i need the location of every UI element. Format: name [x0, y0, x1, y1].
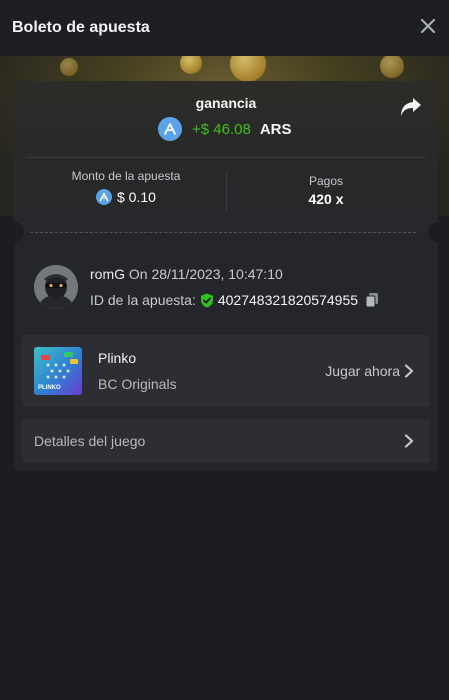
- user-info-line: romG On 28/11/2023, 10:47:10: [90, 266, 283, 282]
- play-now-button[interactable]: Jugar ahora: [325, 363, 400, 379]
- close-icon[interactable]: [419, 17, 437, 35]
- ticket-notch-right: [428, 222, 438, 242]
- verified-shield-icon: [200, 293, 213, 307]
- game-thumbnail: PLINKO: [34, 347, 82, 395]
- profit-label: ganancia: [195, 95, 257, 111]
- bet-id-line: ID de la apuesta: 402748321820574955: [90, 292, 379, 308]
- game-provider: BC Originals: [98, 376, 177, 392]
- chevron-right-icon[interactable]: [404, 434, 414, 448]
- avatar: [34, 265, 78, 309]
- page-title: Boleto de apuesta: [12, 19, 150, 36]
- bet-slip-header: Boleto de apuesta: [0, 0, 449, 56]
- bet-card: ganancia +$ 46.08 ARS Monto de la apuest…: [14, 81, 438, 471]
- gold-coin-decoration: [60, 58, 78, 76]
- bet-amount-row: $ 0.10: [96, 189, 156, 205]
- bet-id-value: 402748321820574955: [217, 292, 359, 308]
- share-icon[interactable]: [400, 97, 422, 117]
- profit-row: +$ 46.08 ARS: [158, 117, 291, 141]
- payout-value: 420 x: [308, 191, 344, 207]
- chevron-right-icon[interactable]: [404, 364, 414, 378]
- bet-id-label: ID de la apuesta:: [90, 292, 196, 308]
- profit-currency: ARS: [259, 120, 292, 138]
- game-details-row[interactable]: Detalles del juego: [22, 419, 430, 463]
- currency-coin-icon: [96, 189, 112, 205]
- game-name: Plinko: [98, 350, 137, 366]
- gold-coin-decoration: [180, 56, 202, 74]
- bet-amount-label: Monto de la apuesta: [71, 169, 181, 183]
- bet-amount-value: $ 0.10: [117, 189, 156, 205]
- bet-date: On 28/11/2023, 10:47:10: [128, 266, 283, 282]
- gold-coin-decoration: [230, 56, 266, 82]
- divider: [26, 157, 426, 158]
- game-thumbnail-text: PLINKO: [38, 385, 61, 391]
- game-row[interactable]: PLINKO Plinko BC Originals Jugar ahora: [22, 335, 430, 407]
- gold-coin-decoration: [380, 56, 404, 78]
- username[interactable]: romG: [90, 266, 125, 282]
- game-details-label: Detalles del juego: [34, 433, 146, 449]
- payout-label: Pagos: [308, 174, 344, 188]
- copy-icon[interactable]: [365, 292, 379, 308]
- profit-amount: +$ 46.08: [192, 120, 251, 138]
- currency-coin-icon: [158, 117, 182, 141]
- dashed-separator: [30, 232, 416, 233]
